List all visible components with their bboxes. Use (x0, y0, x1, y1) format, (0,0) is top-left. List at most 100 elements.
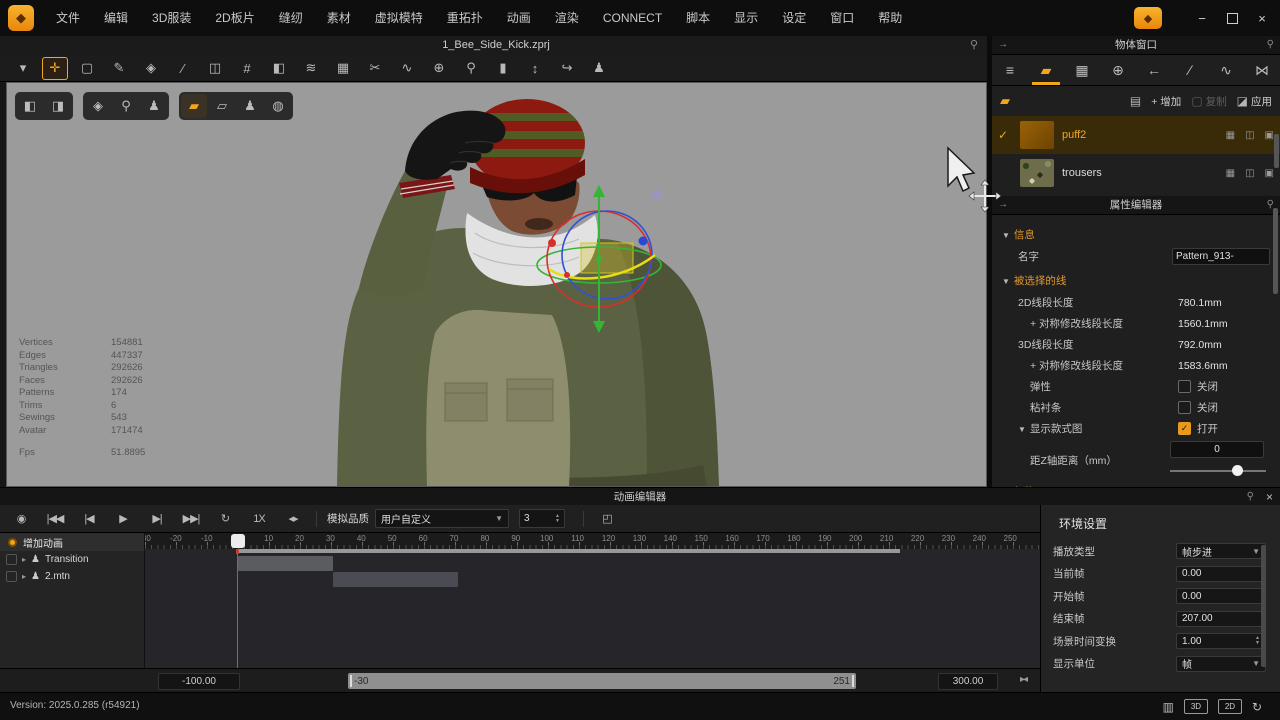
animation-clip-transition[interactable] (238, 556, 333, 571)
transport-button[interactable]: ◂▸ (280, 509, 306, 529)
close-button[interactable]: × (1250, 6, 1274, 30)
track-checkbox[interactable] (6, 554, 17, 565)
view-2d-button[interactable]: 2D (1218, 699, 1242, 714)
scrollbar-handle-right[interactable] (852, 675, 854, 687)
menu-item[interactable]: 渲染 (543, 0, 591, 36)
menu-item[interactable]: 重拓扑 (435, 0, 495, 36)
track-checkbox[interactable] (6, 571, 17, 582)
grid-mini-icon[interactable]: ▦ (1226, 168, 1235, 179)
display-unit-dropdown[interactable]: 帧▼ (1176, 656, 1266, 672)
add-fabric-button[interactable]: + 增加 (1151, 94, 1181, 109)
range-min-field[interactable]: -100.00 (158, 673, 240, 690)
menu-item[interactable]: 虚拟模特 (363, 0, 435, 36)
toolbar-tool-button[interactable]: # (234, 57, 260, 80)
transport-button[interactable]: ▶| (144, 509, 170, 529)
object-tab[interactable]: ∕ (1172, 55, 1208, 85)
viewport-button[interactable]: ▱ (209, 94, 235, 118)
object-tab[interactable]: ← (1136, 55, 1172, 85)
transport-button[interactable]: 1X (246, 509, 272, 529)
toolbar-tool-button[interactable]: ▢ (74, 57, 100, 80)
animation-clip-2mtn[interactable] (333, 572, 458, 587)
start-frame-field[interactable]: 0.00 (1176, 588, 1266, 604)
viewport-button[interactable]: ◍ (265, 94, 291, 118)
save-mini-icon[interactable]: ◫ (1245, 168, 1254, 179)
menu-item[interactable]: CONNECT (591, 0, 674, 36)
section-selected-line[interactable]: ▼被选择的线 (1002, 273, 1270, 288)
timeline-hscrollbar[interactable]: -30 251 (348, 673, 856, 689)
transport-button[interactable]: ↻ (212, 509, 238, 529)
toolbar-tool-button[interactable]: ∕ (170, 57, 196, 80)
fabric-list-item-trousers[interactable]: trousers ▦ ◫ ▣ (992, 154, 1280, 192)
minimize-button[interactable]: − (1190, 6, 1214, 30)
viewport-button[interactable]: ♟ (141, 94, 167, 118)
transport-button[interactable]: |◀◀ (42, 509, 68, 529)
toggle-checkbox[interactable]: ✓ (1178, 401, 1191, 414)
toolbar-tool-button[interactable]: ∿ (394, 57, 420, 80)
toolbar-tool-button[interactable]: ✎ (106, 57, 132, 80)
transport-button[interactable]: ▶▶| (178, 509, 204, 529)
toolbar-tool-button[interactable]: ▦ (330, 57, 356, 80)
toggle-checkbox[interactable]: ✓ (1178, 380, 1191, 393)
object-tab[interactable]: ∿ (1208, 55, 1244, 85)
toolbar-tool-button[interactable]: ♟ (586, 57, 612, 80)
toolbar-tool-button[interactable]: ✂ (362, 57, 388, 80)
collapse-arrow-icon[interactable]: → (998, 196, 1008, 214)
apply-fabric-button[interactable]: ◪应用 (1237, 94, 1272, 109)
section-info[interactable]: ▼信息 (1002, 227, 1270, 242)
menu-item[interactable]: 缝纫 (267, 0, 315, 36)
toolbar-tool-button[interactable]: ↪ (554, 57, 580, 80)
toolbar-tool-button[interactable]: ◈ (138, 57, 164, 80)
toolbar-tool-button[interactable]: ✛ (42, 57, 68, 80)
timeline-area[interactable]: -30-20-100102030405060708090100110120130… (145, 533, 1040, 668)
transport-button[interactable]: |◀ (76, 509, 102, 529)
scrollbar-handle-left[interactable] (350, 675, 352, 687)
toolbar-tool-button[interactable]: ◫ (202, 57, 228, 80)
expand-caret-icon[interactable]: ▸ (22, 572, 26, 581)
toolbar-tool-button[interactable]: ▮ (490, 57, 516, 80)
collapse-arrow-icon[interactable]: → (998, 36, 1008, 54)
z-offset-slider[interactable] (1170, 464, 1266, 478)
object-tab[interactable]: ≡ (992, 55, 1028, 85)
menu-item[interactable]: 设定 (770, 0, 818, 36)
toolbar-tool-button[interactable]: ≋ (298, 57, 324, 80)
menu-item[interactable]: 脚本 (674, 0, 722, 36)
account-logo-button[interactable]: ◆ (1134, 7, 1162, 29)
object-tab[interactable]: ▰ (1028, 55, 1064, 85)
transport-button[interactable]: ◉ (8, 509, 34, 529)
viewport-button[interactable]: ◨ (45, 94, 71, 118)
layout-columns-icon[interactable]: ▥ (1163, 700, 1174, 714)
stepper-arrows-icon[interactable]: ▲▼ (555, 514, 560, 524)
expand-timeline-button[interactable]: ◰ (594, 509, 620, 529)
pin-icon[interactable]: ⚲ (1247, 488, 1254, 506)
toolbar-tool-button[interactable]: ⊕ (426, 57, 452, 80)
object-tab[interactable]: ⋈ (1244, 55, 1280, 85)
viewport-button[interactable]: ⚲ (113, 94, 139, 118)
slider-handle[interactable] (1232, 465, 1243, 476)
fit-range-icon[interactable]: ▸◂ (1020, 674, 1026, 685)
grid-mini-icon[interactable]: ▦ (1226, 130, 1235, 141)
menu-item[interactable]: 3D服装 (140, 0, 203, 36)
viewport-3d[interactable]: ◧◨ ◈⚲♟ ▰▱♟◍ Vertices 154881 Edges (6, 82, 987, 487)
current-frame-field[interactable]: 0.00 (1176, 566, 1266, 582)
time-warp-stepper[interactable]: 1.00▲▼ (1176, 633, 1266, 649)
z-offset-field[interactable]: 0 (1170, 441, 1264, 458)
save-mini-icon[interactable]: ◫ (1245, 130, 1254, 141)
menu-item[interactable]: 显示 (722, 0, 770, 36)
playhead-marker[interactable] (231, 534, 245, 548)
menu-item[interactable]: 2D板片 (203, 0, 266, 36)
toggle-checkbox[interactable]: ✓ (1178, 422, 1191, 435)
viewport-button[interactable]: ♟ (237, 94, 263, 118)
sync-refresh-icon[interactable]: ↻ (1252, 700, 1262, 714)
open-fabric-button[interactable]: ▤ (1130, 94, 1141, 108)
toolbar-tool-button[interactable]: ↕ (522, 57, 548, 80)
pin-icon[interactable]: ⚲ (1267, 36, 1274, 54)
timeline-ruler[interactable]: -30-20-100102030405060708090100110120130… (145, 533, 1040, 549)
toolbar-tool-button[interactable]: ▾ (10, 57, 36, 80)
copy-fabric-button[interactable]: ▢复制 (1191, 94, 1226, 109)
end-frame-field[interactable]: 207.00 (1176, 611, 1266, 627)
close-icon[interactable]: × (1266, 488, 1273, 506)
environment-scrollbar[interactable] (1261, 545, 1266, 667)
expand-caret-icon[interactable]: ▸ (22, 555, 26, 564)
toolbar-tool-button[interactable]: ⚲ (458, 57, 484, 80)
restore-button[interactable] (1220, 6, 1244, 30)
